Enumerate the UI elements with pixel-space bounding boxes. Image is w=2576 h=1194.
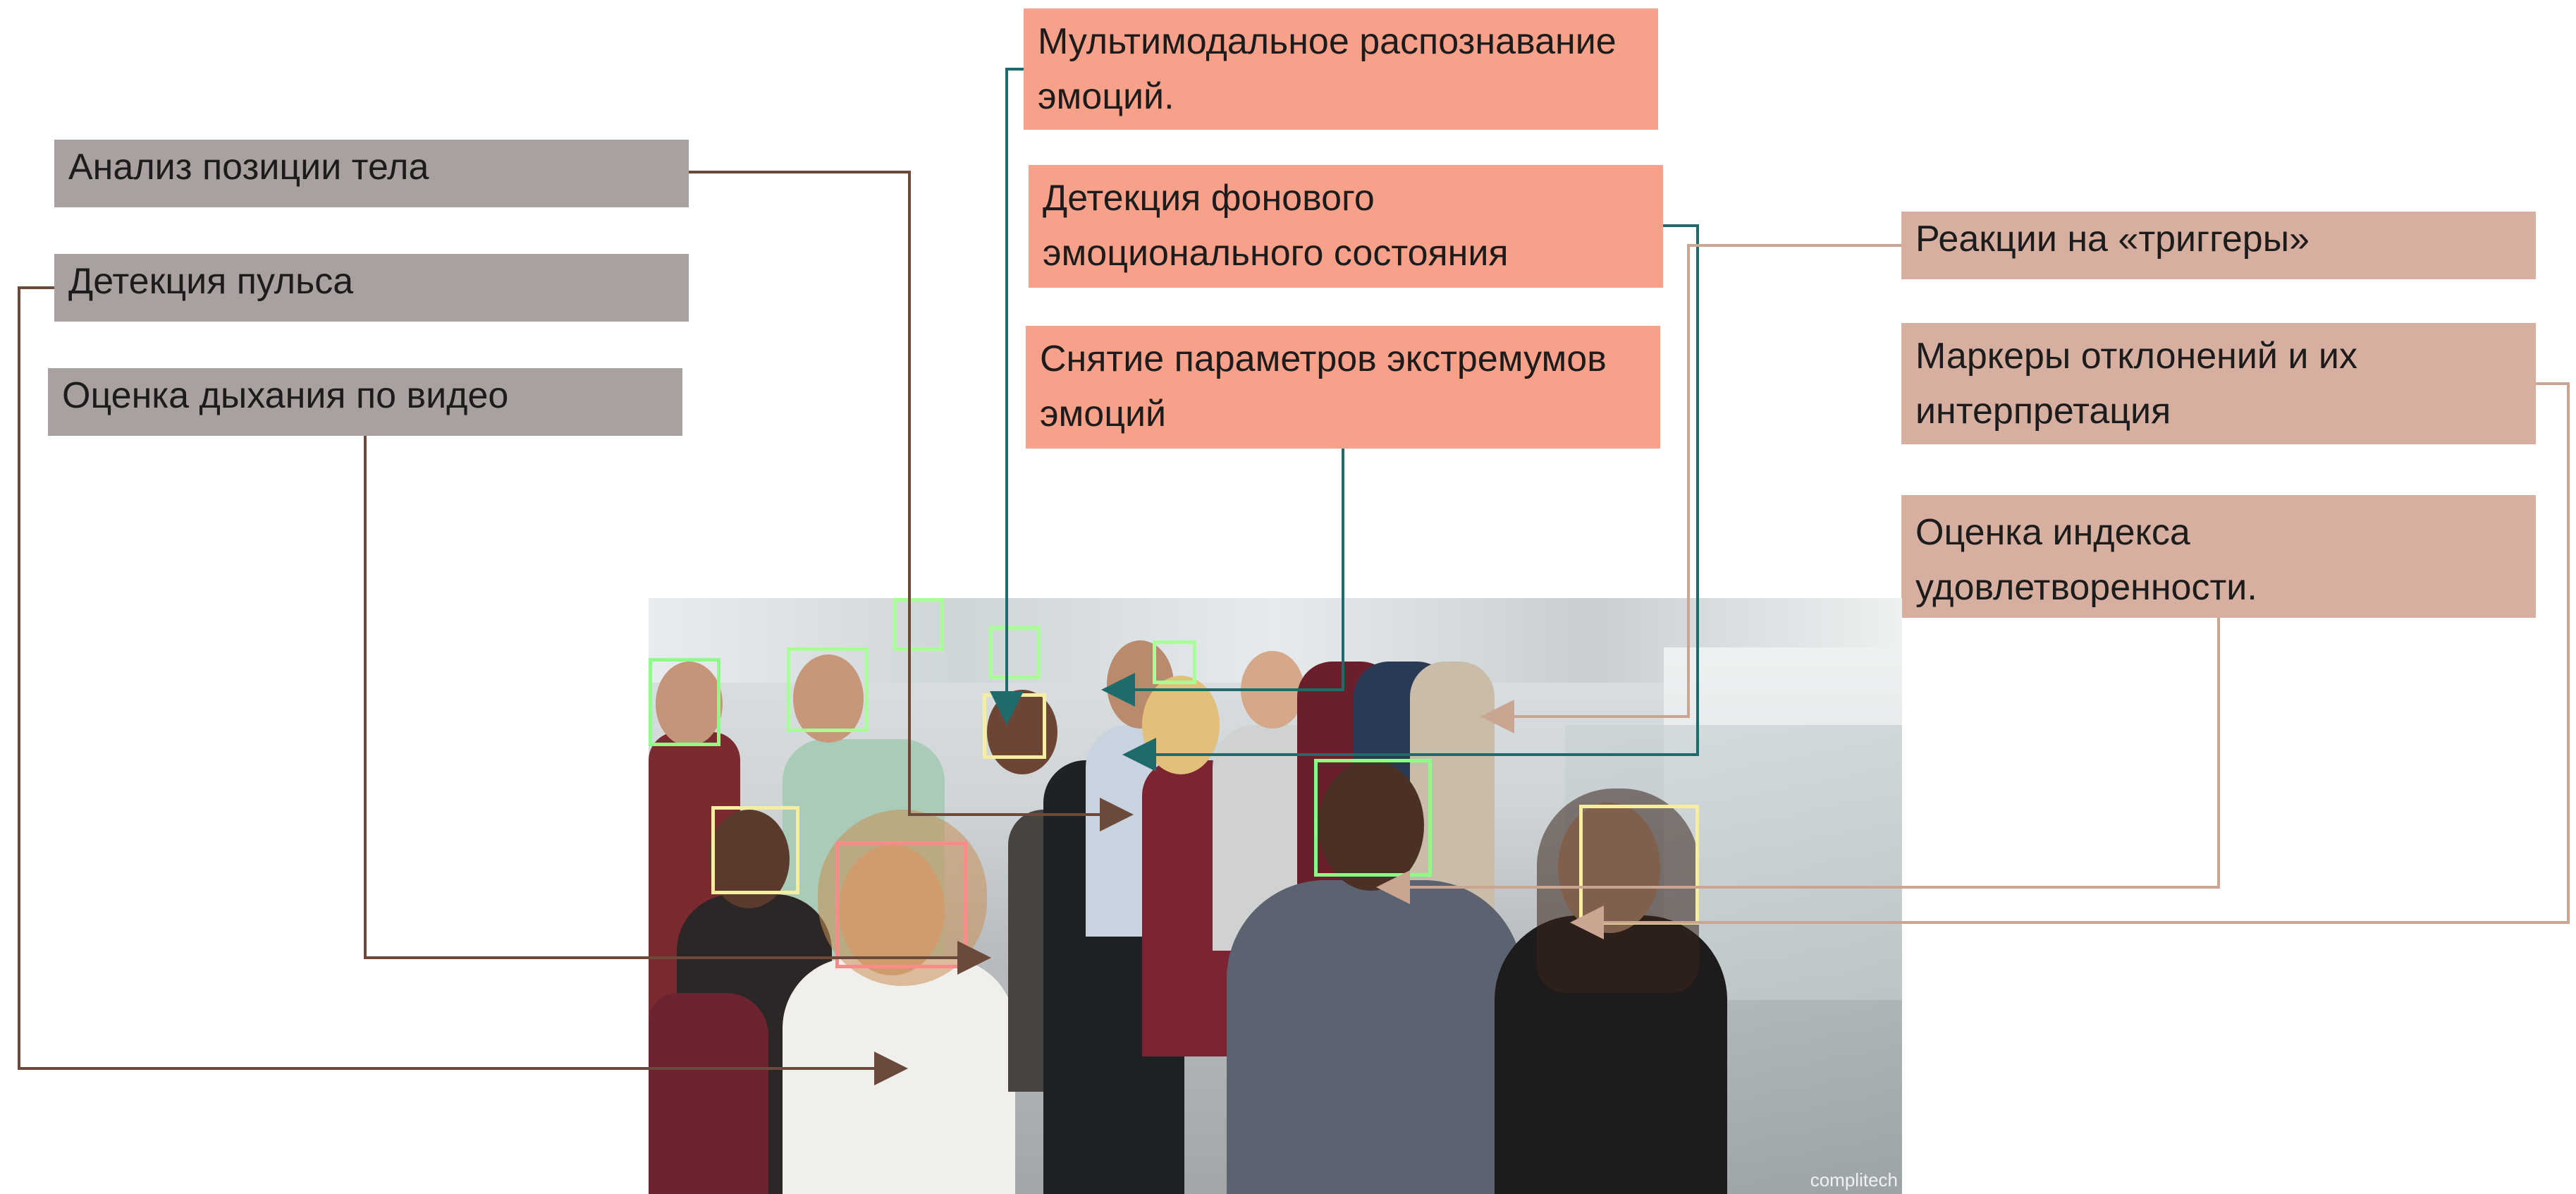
connector-deviation-markers [1570, 382, 2570, 939]
connector-body-position [689, 171, 1134, 831]
connector-breathing [364, 436, 991, 975]
connector-pulse [18, 286, 908, 1085]
connector-extremes [1101, 449, 1344, 707]
connector-background-state [1122, 224, 1699, 772]
connector-triggers [1480, 244, 1901, 733]
connector-lines [18, 68, 2570, 1085]
connector-multimodal [990, 68, 1024, 725]
connector-satisfaction [1376, 618, 2220, 904]
